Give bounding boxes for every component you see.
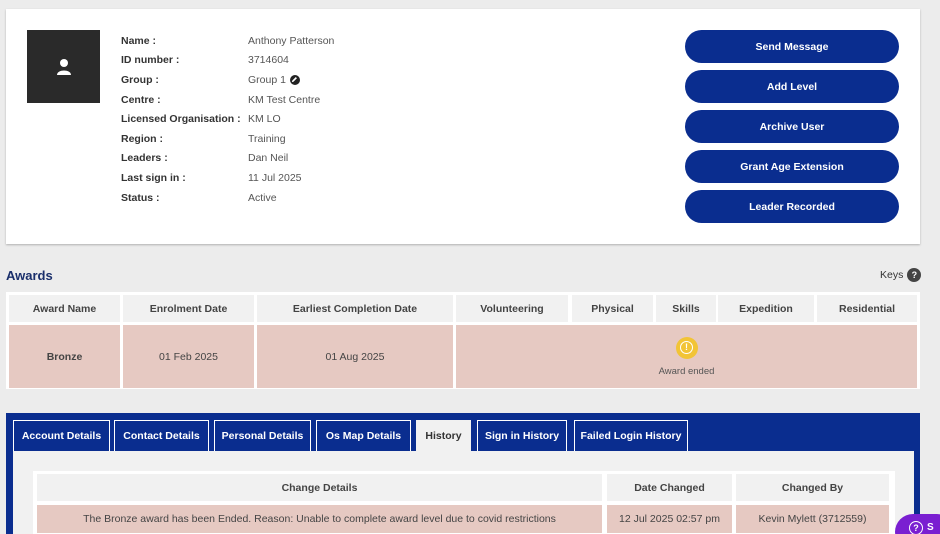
detail-label: Name : bbox=[121, 34, 157, 47]
awards-table: Award Name Enrolment Date Earliest Compl… bbox=[6, 292, 920, 389]
header-changed-by: Changed By bbox=[736, 474, 889, 501]
keys-label: Keys bbox=[880, 269, 904, 281]
detail-row-group: Group : Group 1 bbox=[121, 70, 334, 90]
history-tab-content: Change Details Date Changed Changed By T… bbox=[13, 451, 914, 534]
history-date-changed-cell: 12 Jul 2025 02:57 pm bbox=[607, 505, 732, 533]
detail-label: Region : bbox=[121, 132, 163, 145]
detail-row-region: Region : Training bbox=[121, 129, 334, 149]
detail-value-group: Group 1 bbox=[248, 74, 300, 86]
detail-row-last-sign-in: Last sign in : 11 Jul 2025 bbox=[121, 168, 334, 188]
avatar bbox=[27, 30, 100, 103]
header-expedition: Expedition bbox=[718, 295, 814, 322]
user-tabs-panel: Account Details Contact Details Personal… bbox=[6, 413, 920, 534]
help-chat-button[interactable]: ? S bbox=[895, 514, 940, 534]
award-status-text: Award ended bbox=[658, 365, 715, 377]
detail-row-status: Status : Active bbox=[121, 188, 334, 208]
detail-value: Anthony Patterson bbox=[248, 34, 335, 47]
keys-link[interactable]: Keys ? bbox=[880, 268, 922, 282]
header-earliest-completion: Earliest Completion Date bbox=[257, 295, 453, 322]
detail-value: KM LO bbox=[248, 113, 281, 126]
detail-row-name: Name : Anthony Patterson bbox=[121, 31, 334, 51]
detail-row-licensed-org: Licensed Organisation : KM LO bbox=[121, 109, 334, 129]
detail-value: 3714604 bbox=[248, 54, 289, 67]
detail-value: Dan Neil bbox=[248, 152, 289, 165]
detail-label: Centre : bbox=[121, 93, 161, 106]
header-physical: Physical bbox=[572, 295, 653, 322]
add-level-button[interactable]: Add Level bbox=[685, 70, 899, 103]
tab-history[interactable]: History bbox=[416, 420, 471, 451]
awards-title: Awards bbox=[6, 268, 53, 283]
history-change-details-cell: The Bronze award has been Ended. Reason:… bbox=[37, 505, 602, 533]
tab-account-details[interactable]: Account Details bbox=[13, 420, 110, 451]
award-status-cell: ! Award ended bbox=[456, 325, 917, 388]
detail-label: ID number : bbox=[121, 54, 180, 67]
header-date-changed: Date Changed bbox=[607, 474, 732, 501]
warning-glyph: ! bbox=[680, 341, 693, 354]
tab-failed-login-history[interactable]: Failed Login History bbox=[574, 420, 688, 451]
earliest-completion-cell: 01 Aug 2025 bbox=[257, 325, 453, 388]
header-skills: Skills bbox=[656, 295, 716, 322]
warning-icon: ! bbox=[675, 336, 698, 359]
enrolment-date-cell: 01 Feb 2025 bbox=[123, 325, 254, 388]
detail-label: Last sign in : bbox=[121, 171, 186, 184]
edit-group-icon[interactable] bbox=[289, 74, 300, 85]
award-name-cell[interactable]: Bronze bbox=[9, 325, 120, 388]
question-icon: ? bbox=[909, 521, 923, 534]
history-table: Change Details Date Changed Changed By T… bbox=[33, 471, 895, 534]
detail-value: Training bbox=[248, 132, 286, 145]
detail-value: Active bbox=[248, 191, 277, 204]
leader-recorded-button[interactable]: Leader Recorded bbox=[685, 190, 899, 223]
detail-value: KM Test Centre bbox=[248, 93, 321, 106]
tab-os-map-details[interactable]: Os Map Details bbox=[316, 420, 411, 451]
history-changed-by-cell: Kevin Mylett (3712559) bbox=[736, 505, 889, 533]
header-volunteering: Volunteering bbox=[456, 295, 568, 322]
group-value: Group 1 bbox=[248, 73, 286, 86]
detail-label: Status : bbox=[121, 191, 160, 204]
detail-row-centre: Centre : KM Test Centre bbox=[121, 90, 334, 110]
send-message-button[interactable]: Send Message bbox=[685, 30, 899, 63]
user-icon bbox=[56, 58, 71, 75]
detail-label: Group : bbox=[121, 73, 159, 86]
profile-card: Name : Anthony Patterson ID number : 371… bbox=[6, 9, 920, 244]
header-enrolment-date: Enrolment Date bbox=[123, 295, 254, 322]
header-change-details: Change Details bbox=[37, 474, 602, 501]
help-icon[interactable]: ? bbox=[907, 268, 922, 282]
header-award-name: Award Name bbox=[9, 295, 120, 322]
tab-sign-in-history[interactable]: Sign in History bbox=[477, 420, 567, 451]
tab-personal-details[interactable]: Personal Details bbox=[214, 420, 311, 451]
archive-user-button[interactable]: Archive User bbox=[685, 110, 899, 143]
tab-contact-details[interactable]: Contact Details bbox=[114, 420, 209, 451]
detail-row-id: ID number : 3714604 bbox=[121, 51, 334, 71]
profile-actions: Send Message Add Level Archive User Gran… bbox=[685, 30, 899, 230]
help-label: S bbox=[927, 522, 934, 533]
detail-label: Licensed Organisation : bbox=[121, 113, 241, 126]
detail-label: Leaders : bbox=[121, 152, 168, 165]
header-residential: Residential bbox=[817, 295, 917, 322]
grant-age-extension-button[interactable]: Grant Age Extension bbox=[685, 150, 899, 183]
detail-value: 11 Jul 2025 bbox=[248, 171, 302, 184]
profile-details: Name : Anthony Patterson ID number : 371… bbox=[121, 31, 334, 207]
detail-row-leaders: Leaders : Dan Neil bbox=[121, 149, 334, 169]
